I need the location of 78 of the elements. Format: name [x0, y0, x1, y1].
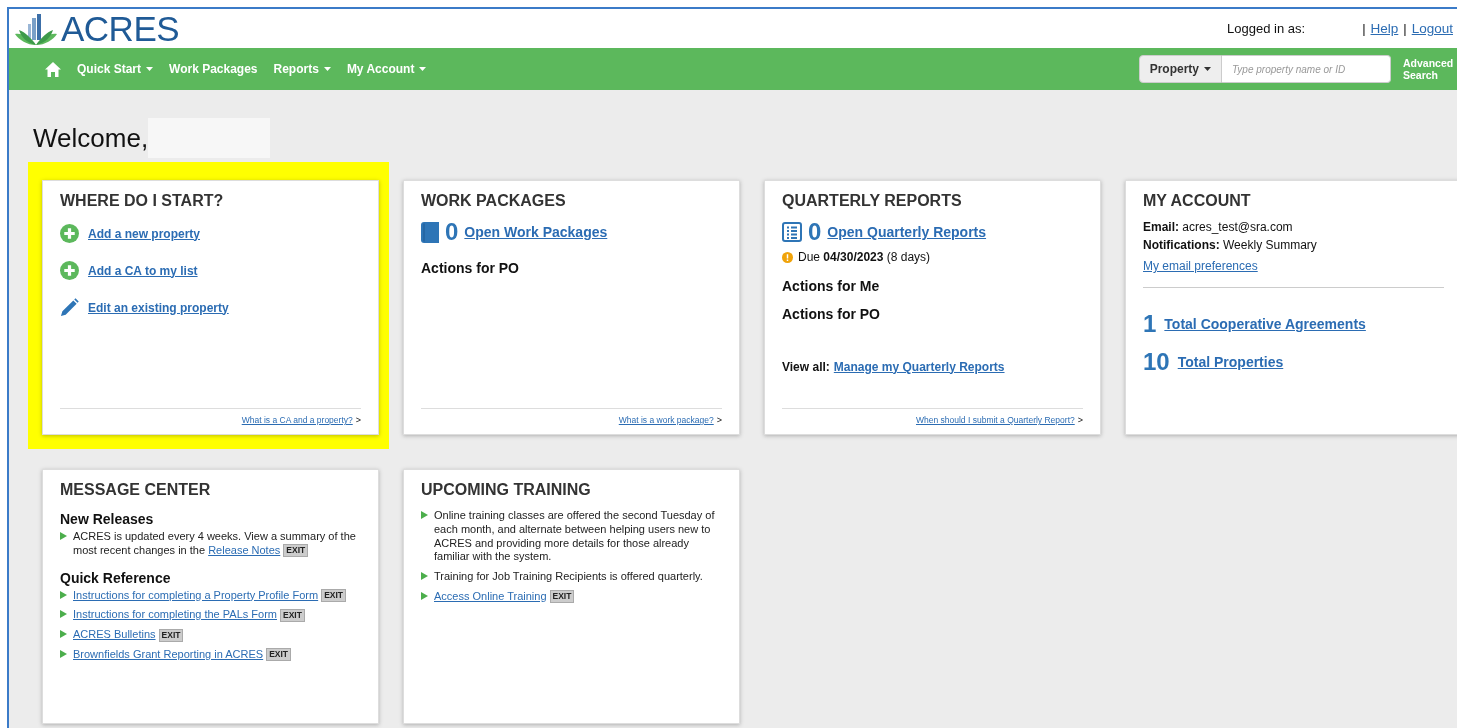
section-heading: Actions for PO: [782, 306, 881, 322]
chevron-mark: >: [1077, 415, 1083, 425]
exit-badge: EXIT: [321, 589, 347, 603]
resource-link[interactable]: Access Online Training: [434, 589, 547, 602]
section-heading: Actions for PO: [421, 260, 520, 276]
exit-badge: EXIT: [549, 590, 575, 604]
pencil-icon: [60, 298, 79, 317]
bullet-text: Online training classes are offered the second Tuesday of each month, and alternate between helping users new to ACRES and providing more details for those already familiar with the system.: [434, 509, 715, 563]
logo-icon: [13, 14, 59, 46]
search-field[interactable]: Type property name or ID: [1222, 55, 1391, 83]
book-icon: [421, 221, 439, 243]
card-title: WORK PACKAGES: [421, 192, 567, 210]
caret-icon: [1204, 67, 1211, 71]
bullet-icon: [60, 590, 67, 599]
total-link[interactable]: Total Properties: [1177, 354, 1284, 370]
header-link[interactable]: Logout: [1411, 21, 1453, 36]
count-link[interactable]: Open Work Packages: [464, 224, 608, 240]
count-number: 0: [445, 220, 459, 244]
welcome-heading: Welcome,: [33, 122, 149, 154]
card-title: MESSAGE CENTER: [60, 481, 212, 499]
chevron-mark: >: [355, 415, 361, 425]
bullet-text: ACRES is updated every 4 weeks. View a summary of the most recent changes in the Release Notes EXIT: [73, 530, 356, 556]
alert-icon: [782, 251, 793, 263]
card-title: WHERE DO I START?: [60, 192, 225, 210]
count-number: 0: [808, 220, 822, 244]
card-title: QUARTERLY REPORTS: [782, 192, 963, 210]
resource-link[interactable]: Instructions for completing the PALs Form: [73, 608, 277, 621]
preferences-link[interactable]: My email preferences: [1143, 259, 1258, 273]
logo-text: ACRES: [61, 11, 180, 46]
chevron-mark: >: [716, 415, 722, 425]
account-detail: Email: acres_test@sra.com: [1143, 220, 1294, 234]
due-date-text: Due 04/30/2023 (8 days): [798, 250, 931, 264]
search-scope-dropdown[interactable]: Property: [1138, 55, 1222, 83]
bullet-icon: [421, 591, 428, 600]
view-all-label: View all:: [782, 359, 830, 374]
resource-link[interactable]: ACRES Bulletins: [73, 628, 156, 640]
exit-badge: EXIT: [280, 608, 305, 622]
bullet-icon: [60, 649, 67, 658]
bullet-icon: [60, 532, 67, 540]
list-document-icon: [782, 222, 802, 242]
exit-badge: EXIT: [158, 628, 184, 642]
bullet-icon: [421, 572, 428, 580]
logged-in-label: Logged in as:: [1227, 21, 1306, 36]
card-title: UPCOMING TRAINING: [421, 481, 592, 499]
count-link[interactable]: Open Quarterly Reports: [827, 224, 987, 240]
action-link[interactable]: Add a CA to my list: [88, 263, 198, 278]
action-link[interactable]: Edit an existing property: [88, 300, 229, 315]
faq-link[interactable]: What is a work package?: [618, 415, 714, 425]
group-heading: Quick Reference: [60, 569, 172, 586]
caret-icon: [419, 67, 427, 71]
header-link[interactable]: Help: [1370, 21, 1399, 36]
section-heading: Actions for Me: [782, 278, 881, 294]
total-number: 1: [1143, 312, 1157, 336]
account-detail: Notifications: Weekly Summary: [1143, 238, 1318, 252]
resource-link[interactable]: Release Notes: [208, 543, 281, 556]
resource-link[interactable]: Instructions for completing a Property Profile Form: [73, 588, 319, 601]
total-number: 10: [1143, 350, 1170, 374]
exit-badge: EXIT: [266, 648, 292, 662]
group-heading: New Releases: [60, 511, 155, 527]
plus-circle-icon: [60, 224, 79, 243]
separator-mark: |: [1403, 21, 1407, 36]
home-icon[interactable]: [45, 61, 61, 77]
faq-link[interactable]: When should I submit a Quarterly Report?: [916, 415, 1075, 425]
resource-link[interactable]: Brownfields Grant Reporting in ACRES: [73, 647, 264, 660]
bullet-icon: [421, 511, 428, 519]
card-title: MY ACCOUNT: [1143, 192, 1252, 210]
bullet-icon: [60, 610, 67, 619]
bullet-text: Training for Job Training Recipients is offered quarterly.: [434, 570, 703, 582]
caret-icon: [323, 67, 331, 71]
bullet-icon: [60, 630, 67, 638]
separator-mark: |: [1362, 21, 1366, 36]
plus-circle-icon: [60, 261, 79, 280]
action-link[interactable]: Add a new property: [88, 226, 200, 241]
caret-icon: [146, 67, 154, 71]
faq-link[interactable]: What is a CA and a property?: [241, 415, 353, 425]
total-link[interactable]: Total Cooperative Agreements: [1164, 316, 1366, 332]
exit-badge: EXIT: [283, 544, 309, 558]
manage-reports-link[interactable]: Manage my Quarterly Reports: [833, 359, 1005, 374]
